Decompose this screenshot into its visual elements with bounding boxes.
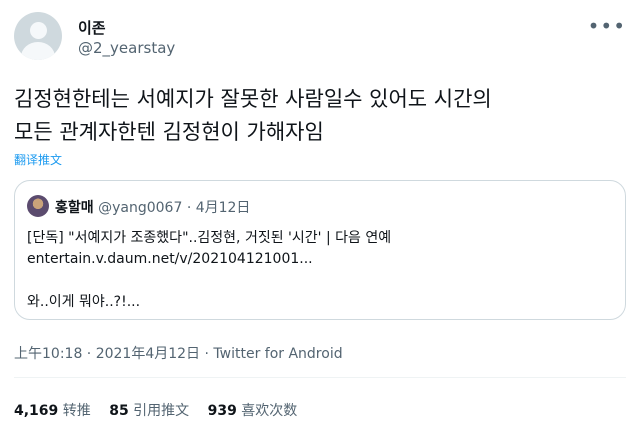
quoted-tweet[interactable]: 홍할매 @yang0067 · 4月12日 [단독] "서예지가 조종했다"..… <box>14 180 626 320</box>
retweets-label: 转推 <box>62 403 91 419</box>
author-display-name[interactable]: 이존 <box>78 17 106 38</box>
quoted-text-line: [단독] "서예지가 조종했다"..김정현, 거짓된 '시간' | 다음 연예 <box>27 230 392 246</box>
quotes-label: 引用推文 <box>133 403 190 419</box>
tweet-card: 이존 @2_yearstay ••• 김정현한테는 서예지가 잘못한 사람일수 … <box>0 0 640 433</box>
quoted-link-text: entertain.v.daum.net/v/202104121001... <box>27 251 313 267</box>
quoted-tweet-header: 홍할매 @yang0067 · 4月12日 <box>55 197 250 217</box>
tweet-text-line: 김정현한테는 서예지가 잘못한 사람일수 있어도 시간의 <box>14 87 492 111</box>
quoted-text-line: 와..이게 뭐야..?!... <box>27 294 141 310</box>
divider <box>14 377 626 378</box>
quoted-tweet-date: · 4月12日 <box>186 200 251 216</box>
tweet-text-line: 모든 관계자한텐 김정현이 가해자임 <box>14 120 324 144</box>
quotes-stat[interactable]: 85 引用推文 <box>109 403 207 419</box>
avatar-head-shape <box>30 22 47 39</box>
likes-label: 喜欢次数 <box>241 403 298 419</box>
translate-tweet-link[interactable]: 翻译推文 <box>14 151 62 168</box>
tweet-text: 김정현한테는 서예지가 잘못한 사람일수 있어도 시간의 모든 관계자한텐 김정… <box>14 83 630 149</box>
retweets-count: 4,169 <box>14 403 59 419</box>
ellipsis-icon[interactable]: ••• <box>588 14 626 38</box>
likes-count: 939 <box>207 403 237 419</box>
quoted-author-handle: @yang0067 <box>98 200 183 216</box>
retweets-stat[interactable]: 4,169 转推 <box>14 403 109 419</box>
tweet-stats: 4,169 转推 85 引用推文 939 喜欢次数 <box>14 400 311 420</box>
quoted-author-name: 홍할매 <box>55 200 94 216</box>
avatar-body-shape <box>21 42 55 60</box>
tweet-timestamp[interactable]: 上午10:18 · 2021年4月12日 · Twitter for Andro… <box>14 343 343 363</box>
author-avatar[interactable] <box>14 12 62 60</box>
likes-stat[interactable]: 939 喜欢次数 <box>208 403 312 419</box>
author-handle[interactable]: @2_yearstay <box>78 39 175 57</box>
quotes-count: 85 <box>109 403 129 419</box>
quoted-author-avatar <box>27 195 49 217</box>
